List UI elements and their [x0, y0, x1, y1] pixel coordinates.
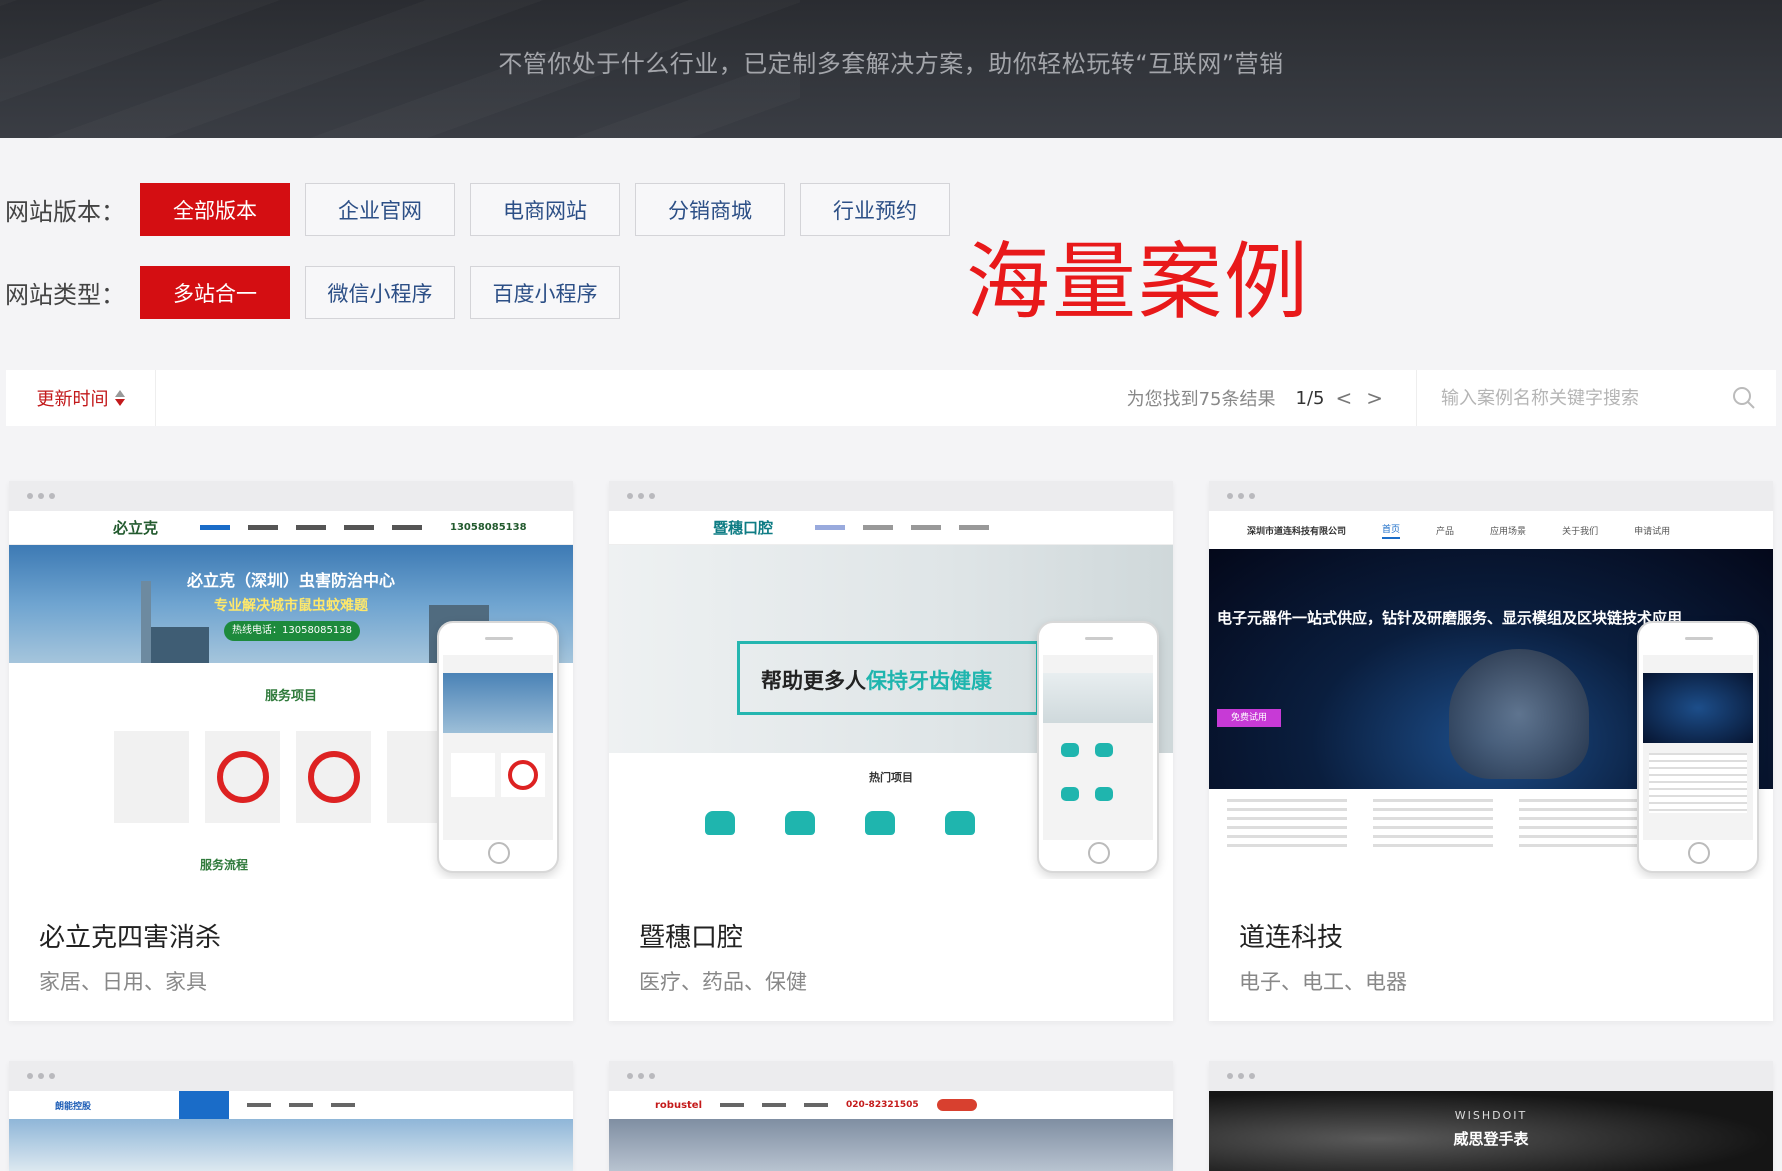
hero-subtitle: 不管你处于什么行业，已定制多套解决方案，助你轻松玩转“互联网”营销 — [498, 50, 1284, 78]
case-title: 必立克四害消杀 — [39, 923, 222, 953]
preview-logo: 暨穗口腔 — [713, 519, 774, 537]
case-card[interactable]: 朗能控股 — [9, 1061, 573, 1171]
type-option-wechat-miniprogram[interactable]: 微信小程序 — [305, 266, 455, 319]
version-filter-label: 网站版本： — [5, 198, 125, 226]
browser-bar — [609, 1061, 1173, 1091]
sort-label: 更新时间 — [36, 389, 109, 410]
result-summary: 为您找到75条结果 1/5 < > — [1127, 370, 1416, 426]
browser-bar — [9, 481, 573, 511]
browser-bar — [609, 481, 1173, 511]
case-card[interactable]: 必立克 13058085138 必立克（深圳）虫害防治中心 专业解决城市鼠虫蚊难… — [9, 481, 573, 1021]
search-icon[interactable] — [1732, 386, 1756, 410]
type-option-baidu-miniprogram[interactable]: 百度小程序 — [470, 266, 620, 319]
case-preview-image: WISHDOIT 威思登手表 — [1209, 1091, 1773, 1171]
case-title: 道连科技 — [1239, 923, 1344, 953]
case-preview-image: 深圳市道连科技有限公司 首页 产品 应用场景 关于我们 申请试用 电子元器件一站… — [1209, 511, 1773, 879]
case-preview-image: robustel 020-82321505 — [609, 1091, 1173, 1171]
browser-bar — [1209, 481, 1773, 511]
results-toolbar: 更新时间 为您找到75条结果 1/5 < > — [6, 370, 1776, 426]
preview-logo: 深圳市道连科技有限公司 — [1247, 526, 1347, 537]
case-tags: 电子、电工、电器 — [1239, 970, 1407, 994]
sort-by-update-time[interactable]: 更新时间 — [6, 370, 156, 426]
case-card[interactable]: 暨穗口腔 帮助更多人保持牙齿健康 热门项目 暨穗口腔 医疗、药品、保健 — [609, 481, 1173, 1021]
browser-bar — [9, 1061, 573, 1091]
next-page-button[interactable]: > — [1363, 386, 1386, 410]
case-tags: 家居、日用、家具 — [39, 970, 207, 994]
phone-mockup — [1637, 621, 1759, 873]
preview-logo: 必立克 — [113, 519, 159, 537]
case-tags: 医疗、药品、保健 — [639, 970, 807, 994]
browser-bar — [1209, 1061, 1773, 1091]
phone-mockup — [1037, 621, 1159, 873]
hero-banner: 不管你处于什么行业，已定制多套解决方案，助你轻松玩转“互联网”营销 — [0, 0, 1782, 138]
preview-logo: 朗能控股 — [55, 1101, 92, 1112]
type-option-multisite[interactable]: 多站合一 — [140, 266, 290, 319]
case-card[interactable]: robustel 020-82321505 — [609, 1061, 1173, 1171]
prev-page-button[interactable]: < — [1332, 386, 1355, 410]
search-input[interactable] — [1441, 387, 1721, 409]
case-title: 暨穗口腔 — [639, 923, 744, 953]
type-filter: 网站类型： 多站合一 微信小程序 百度小程序 — [0, 266, 635, 319]
sort-arrows-icon — [114, 390, 125, 406]
version-option-all[interactable]: 全部版本 — [140, 183, 290, 236]
version-option-distribution[interactable]: 分销商城 — [635, 183, 785, 236]
page-indicator: 1/5 — [1295, 387, 1325, 409]
case-preview-image: 暨穗口腔 帮助更多人保持牙齿健康 热门项目 — [609, 511, 1173, 879]
version-option-corporate[interactable]: 企业官网 — [305, 183, 455, 236]
version-option-ecommerce[interactable]: 电商网站 — [470, 183, 620, 236]
preview-logo: robustel — [655, 1099, 703, 1111]
version-filter: 网站版本： 全部版本 企业官网 电商网站 分销商城 行业预约 — [0, 183, 965, 236]
result-count: 为您找到75条结果 — [1126, 389, 1276, 410]
preview-logo: WISHDOIT — [1454, 1109, 1528, 1122]
phone-mockup — [437, 621, 559, 873]
big-title: 海量案例 — [966, 233, 1311, 331]
case-preview-image: 朗能控股 — [9, 1091, 573, 1171]
search-box — [1416, 370, 1776, 426]
case-card[interactable]: WISHDOIT 威思登手表 — [1209, 1061, 1773, 1171]
case-card[interactable]: 深圳市道连科技有限公司 首页 产品 应用场景 关于我们 申请试用 电子元器件一站… — [1209, 481, 1773, 1021]
version-option-booking[interactable]: 行业预约 — [800, 183, 950, 236]
case-preview-image: 必立克 13058085138 必立克（深圳）虫害防治中心 专业解决城市鼠虫蚊难… — [9, 511, 573, 879]
type-filter-label: 网站类型： — [5, 281, 125, 309]
preview-phone: 13058085138 — [450, 522, 527, 533]
